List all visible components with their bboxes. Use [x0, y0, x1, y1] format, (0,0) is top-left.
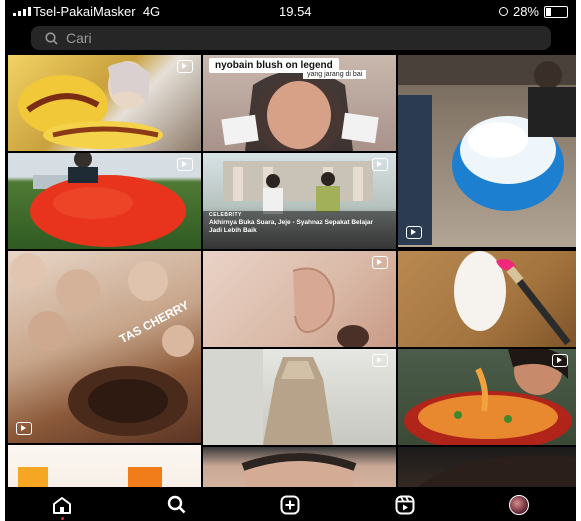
reels-icon	[372, 256, 388, 269]
battery-icon	[544, 5, 568, 18]
thumbnail-image	[241, 453, 357, 487]
thumbnail-image	[398, 55, 576, 245]
plus-square-icon	[280, 495, 300, 514]
grid-tile-banana[interactable]	[8, 55, 201, 151]
grid-tile-celebrity[interactable]: CELEBRITY Akhirnya Buka Suara, Jeje - Sy…	[203, 153, 396, 249]
orientation-lock-icon	[498, 7, 508, 16]
explore-screen: Tsel-PakaiMasker 4G 19.54 28% Cari TAS C…	[5, 0, 576, 521]
reels-icon	[177, 158, 193, 171]
nav-profile[interactable]	[499, 490, 539, 520]
grid-tile-dress[interactable]	[203, 349, 396, 445]
search-icon	[167, 495, 186, 514]
grid-tile-food[interactable]	[8, 445, 201, 487]
nav-reels[interactable]	[385, 490, 425, 520]
explore-grid: TAS CHERRY nyobain blush on legend yang …	[8, 55, 576, 487]
nav-search[interactable]	[156, 490, 196, 520]
reels-icon	[372, 354, 388, 367]
celebrity-headline: Akhirnya Buka Suara, Jeje - Syahnaz Sepa…	[209, 219, 374, 234]
grid-tile-strawberry[interactable]	[8, 153, 201, 249]
reels-icon	[177, 60, 193, 73]
blush-subcaption: yang jarang di bai	[303, 70, 367, 79]
signal-icon	[13, 7, 31, 16]
grid-tile-ice[interactable]	[398, 55, 576, 247]
carrier-label: Tsel-PakaiMasker 4G	[33, 4, 161, 19]
battery-percent: 28%	[512, 4, 539, 19]
clock: 19.54	[279, 4, 312, 19]
thumbnail-image	[203, 349, 333, 445]
grid-tile-face[interactable]	[203, 447, 396, 487]
celebrity-caption: CELEBRITY Akhirnya Buka Suara, Jeje - Sy…	[209, 211, 379, 235]
search-icon	[45, 31, 58, 45]
thumbnail-image	[30, 153, 186, 247]
home-icon	[53, 496, 72, 514]
thumbnail-image	[454, 251, 571, 346]
thumbnail-image	[18, 467, 162, 487]
grid-tile-hair[interactable]	[398, 447, 576, 487]
search-bar[interactable]: Cari	[31, 26, 551, 50]
nav-home[interactable]	[42, 490, 82, 520]
grid-tile-brush[interactable]	[398, 251, 576, 347]
reels-icon	[395, 495, 415, 514]
grid-tile-ear[interactable]	[203, 251, 396, 347]
reels-icon	[552, 354, 568, 367]
thumbnail-image	[292, 267, 369, 347]
search-placeholder: Cari	[66, 30, 92, 46]
celebrity-tag: CELEBRITY	[209, 212, 242, 218]
status-bar: Tsel-PakaiMasker 4G 19.54 28%	[5, 0, 576, 22]
thumbnail-image	[10, 253, 194, 436]
thumbnail-image	[417, 455, 576, 487]
nav-create[interactable]	[270, 490, 310, 520]
thumbnail-image	[18, 61, 163, 149]
grid-tile-blush[interactable]: nyobain blush on legend yang jarang di b…	[203, 55, 396, 151]
reels-icon	[372, 158, 388, 171]
bottom-nav	[5, 488, 576, 521]
grid-tile-noodles[interactable]	[398, 349, 576, 445]
reels-icon	[406, 226, 422, 239]
reels-icon	[16, 422, 32, 435]
network-label: 4G	[142, 4, 161, 19]
thumbnail-image	[404, 349, 572, 445]
avatar	[508, 494, 529, 515]
active-indicator	[60, 516, 64, 520]
grid-tile-cherry-bag[interactable]: TAS CHERRY	[8, 251, 201, 443]
